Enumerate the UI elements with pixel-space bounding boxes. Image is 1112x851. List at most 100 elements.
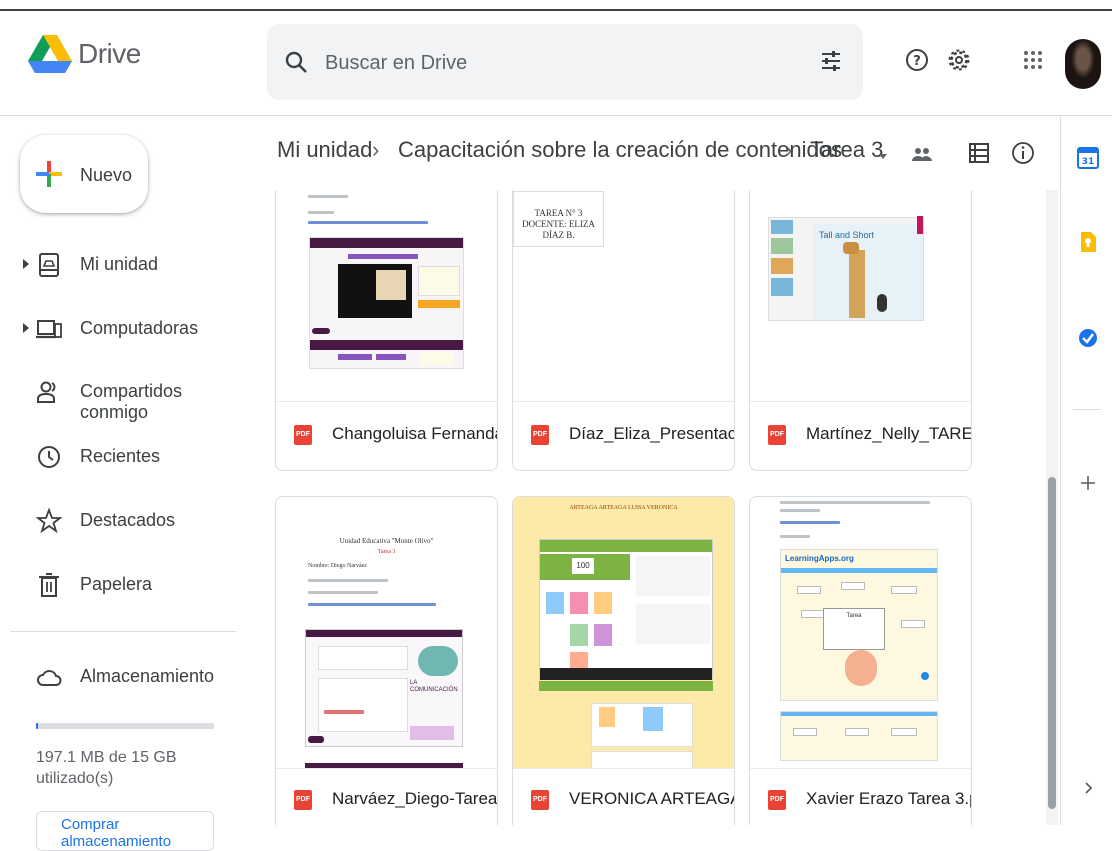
side-panel: 31 [1060, 117, 1112, 825]
keep-icon[interactable] [1077, 231, 1099, 253]
wordwall-screenshot: 100 [539, 539, 713, 680]
file-name: Narváez_Diego-Tarea 3.... [332, 789, 498, 808]
app-header: Drive Buscar en Drive ? [0, 13, 1112, 116]
plus-icon [36, 161, 62, 187]
info-icon[interactable] [1010, 140, 1036, 166]
breadcrumb-item-my-drive[interactable]: Mi unidad [277, 137, 372, 163]
storage-usage-text: 197.1 MB de 15 GB utilizado(s) [36, 749, 177, 787]
file-name: Díaz_Eliza_Presentació... [569, 424, 734, 443]
file-card[interactable]: LearningApps.org Tarea PDF Xavier Erazo … [749, 496, 972, 825]
sidebar-item-my-drive[interactable]: Mi unidad [0, 245, 250, 285]
sidebar: Nuevo Mi unidad Computadoras Compartidos… [0, 117, 250, 851]
search-icon[interactable] [285, 51, 307, 73]
calendar-icon[interactable]: 31 [1077, 147, 1099, 169]
search-bar[interactable]: Buscar en Drive [267, 24, 863, 100]
file-grid: PDF Changoluisa Fernanda-... TAREA N° 3 … [262, 190, 1047, 825]
settings-icon[interactable] [946, 47, 972, 73]
file-name: VERONICA ARTEAGA T... [569, 789, 735, 808]
new-button-label: Nuevo [80, 165, 133, 185]
drive-logo-icon[interactable] [28, 35, 72, 75]
file-thumbnail: ARTEAGA ARTEAGA LUISA VERONICA 100 [513, 497, 734, 769]
document-heading: ARTEAGA ARTEAGA LUISA VERONICA [569, 505, 678, 511]
apps-icon[interactable] [1020, 47, 1046, 73]
quizizz-editor-screenshot: LA COMUNICACIÓN [305, 629, 463, 747]
folder-menu-dropdown-icon[interactable] [876, 149, 890, 163]
sidebar-item-starred[interactable]: Destacados [0, 501, 250, 541]
pdf-icon: PDF [294, 790, 312, 810]
sidebar-item-label: Papelera [80, 574, 153, 594]
quizizz-screenshot [309, 237, 464, 369]
document-line: Nombre: Diego Narváez [308, 563, 367, 569]
sidebar-item-label: Computadoras [80, 318, 199, 338]
file-name: Changoluisa Fernanda-... [332, 424, 497, 443]
learningapps-logo: LearningApps.org [785, 554, 854, 563]
score-display: 100 [572, 558, 594, 574]
file-card-footer: PDF Xavier Erazo Tarea 3.pdf [750, 765, 971, 825]
file-card-footer: PDF Díaz_Eliza_Presentació... [513, 400, 734, 470]
file-card[interactable]: TAREA N° 3 DOCENTE: ELIZA DÍAZ B. PDF Dí… [512, 190, 735, 471]
slide-title: Tall and Short [819, 230, 875, 240]
file-card[interactable]: Unidad Educativa "Monte Olivo" Tarea 3 N… [275, 496, 498, 825]
add-addon-icon[interactable] [1077, 472, 1099, 494]
sidebar-item-label: Recientes [80, 446, 161, 466]
file-card[interactable]: Tall and Short PDF Martínez_Nelly_TAREA … [749, 190, 972, 471]
sidebar-item-computers[interactable]: Computadoras [0, 309, 250, 349]
sidebar-item-label: Mi unidad [80, 254, 159, 274]
file-name: Xavier Erazo Tarea 3.pdf [806, 789, 971, 808]
learningapps-screenshot: LearningApps.org Tarea [780, 549, 938, 701]
storage-progress-bar [36, 723, 214, 729]
slides-screenshot: Tall and Short [768, 216, 924, 321]
shared-people-icon [37, 381, 56, 403]
filter-icon[interactable] [819, 49, 843, 73]
file-card[interactable]: ARTEAGA ARTEAGA LUISA VERONICA 100 PDF V… [512, 496, 735, 825]
file-thumbnail: TAREA N° 3 DOCENTE: ELIZA DÍAZ B. [513, 190, 734, 402]
tasks-icon[interactable] [1077, 327, 1099, 349]
list-view-icon[interactable] [966, 140, 992, 166]
pdf-icon: PDF [531, 790, 549, 810]
breadcrumb-item-current[interactable]: Tarea 3 [810, 137, 883, 163]
new-button[interactable]: Nuevo [20, 135, 148, 213]
scrollbar-thumb[interactable] [1048, 477, 1056, 809]
chevron-right-icon[interactable] [1077, 777, 1099, 799]
expand-arrow-icon[interactable] [22, 321, 30, 335]
sidebar-divider [10, 631, 236, 632]
search-input[interactable]: Buscar en Drive [325, 52, 467, 75]
sidebar-item-label: Destacados [80, 510, 176, 530]
breadcrumb-separator: › [785, 137, 793, 162]
sidebar-item-storage[interactable]: Almacenamiento [0, 657, 250, 697]
file-card-footer: PDF Martínez_Nelly_TAREA ... [750, 400, 971, 470]
file-thumbnail: LearningApps.org Tarea [750, 497, 971, 769]
pdf-icon: PDF [768, 790, 786, 810]
trash-icon [39, 573, 59, 597]
app-name[interactable]: Drive [78, 38, 141, 70]
vertical-scrollbar[interactable] [1046, 190, 1058, 825]
file-thumbnail: Unidad Educativa "Monte Olivo" Tarea 3 N… [276, 497, 497, 769]
account-avatar[interactable] [1065, 39, 1101, 89]
expand-arrow-icon[interactable] [22, 257, 30, 271]
cloud-icon [37, 670, 62, 686]
sidebar-item-recent[interactable]: Recientes [0, 437, 250, 477]
sidebar-item-trash[interactable]: Papelera [0, 565, 250, 605]
sidebar-item-shared-with-me[interactable]: Compartidos conmigo [0, 372, 250, 422]
file-card-footer: PDF Narváez_Diego-Tarea 3.... [276, 765, 497, 825]
breadcrumb-separator: › [372, 137, 380, 162]
help-icon[interactable]: ? [904, 47, 930, 73]
breadcrumb-item-folder[interactable]: Capacitación sobre la creación de conten… [398, 137, 842, 163]
task-popup: Tarea [823, 608, 885, 650]
task-popup-title: Tarea [846, 613, 862, 619]
people-icon[interactable] [909, 140, 935, 166]
storage-progress-fill [36, 723, 39, 729]
sidebar-item-label: Compartidos conmigo [80, 381, 183, 422]
file-card-footer: PDF VERONICA ARTEAGA T... [513, 765, 734, 825]
my-drive-icon [39, 253, 59, 277]
file-card[interactable]: PDF Changoluisa Fernanda-... [275, 190, 498, 471]
file-thumbnail [276, 190, 497, 402]
calendar-day: 31 [1082, 157, 1095, 167]
pdf-icon: PDF [768, 425, 786, 445]
window-top-edge [0, 0, 1112, 11]
buy-storage-button[interactable]: Comprar almacenamiento [36, 811, 214, 851]
document-subheading: Tarea 3 [377, 549, 396, 555]
svg-text:?: ? [913, 54, 921, 69]
sidebar-item-label: Almacenamiento [80, 666, 215, 686]
cover-label: TAREA N° 3 DOCENTE: ELIZA DÍAZ B. [513, 191, 604, 247]
